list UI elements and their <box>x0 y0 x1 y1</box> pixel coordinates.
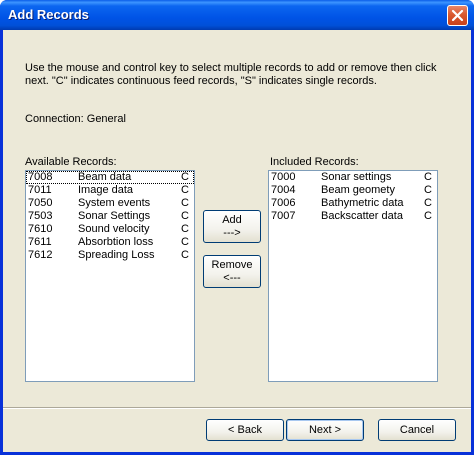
next-button[interactable]: Next > <box>286 419 364 441</box>
record-name: Sonar Settings <box>78 210 151 222</box>
record-id: 7007 <box>271 210 296 222</box>
dialog-body: Use the mouse and control key to select … <box>3 30 471 452</box>
record-name: Bathymetric data <box>321 197 404 209</box>
instruction-text: Use the mouse and control key to select … <box>25 62 437 87</box>
dialog-window: Add Records Use the mouse and control ke… <box>0 0 474 455</box>
connection-label: Connection: General <box>25 113 126 125</box>
record-id: 7050 <box>28 197 53 209</box>
record-name: Beam data <box>78 171 132 183</box>
included-records-label: Included Records: <box>270 156 359 168</box>
record-type: C <box>424 171 432 183</box>
record-type: C <box>424 197 432 209</box>
record-type: C <box>181 249 189 261</box>
record-name: System events <box>78 197 151 209</box>
record-id: 7503 <box>28 210 53 222</box>
included-records-list[interactable]: 7000 Sonar settings C 7004 Beam geomety … <box>268 170 438 382</box>
record-id: 7011 <box>28 184 52 196</box>
record-id: 7006 <box>271 197 296 209</box>
record-type: C <box>181 210 189 222</box>
record-name: Sonar settings <box>321 171 392 183</box>
record-id: 7000 <box>271 171 296 183</box>
record-type: C <box>181 197 189 209</box>
remove-arrow: <--- <box>223 271 241 284</box>
record-id: 7611 <box>28 236 52 248</box>
close-button[interactable] <box>447 5 468 26</box>
record-id: 7004 <box>271 184 296 196</box>
record-name: Sound velocity <box>78 223 150 235</box>
add-button[interactable]: Add ---> <box>203 210 261 243</box>
next-button-label: Next > <box>308 423 342 436</box>
record-type: C <box>181 184 189 196</box>
back-button-label: < Back <box>228 423 262 436</box>
list-item[interactable]: 7011 Image data C <box>26 184 194 197</box>
record-name: Backscatter data <box>321 210 403 222</box>
record-type: C <box>424 210 432 222</box>
add-button-label: Add <box>222 213 242 226</box>
list-item[interactable]: 7007 Backscatter data C <box>269 210 437 223</box>
title-bar[interactable]: Add Records <box>0 0 474 30</box>
cancel-button-label: Cancel <box>399 423 435 436</box>
record-name: Spreading Loss <box>78 249 155 261</box>
available-records-label: Available Records: <box>25 156 117 168</box>
record-type: C <box>181 171 189 183</box>
record-name: Absorbtion loss <box>78 236 154 248</box>
list-item[interactable]: 7612 Spreading Loss C <box>26 249 194 262</box>
available-records-list[interactable]: 7008 Beam data C 7011 Image data C 7050 … <box>25 170 195 382</box>
list-item[interactable]: 7008 Beam data C <box>26 171 194 184</box>
footer-divider <box>3 407 471 409</box>
cancel-button[interactable]: Cancel <box>378 419 456 441</box>
list-item[interactable]: 7050 System events C <box>26 197 194 210</box>
close-icon <box>451 9 464 22</box>
remove-button-label: Remove <box>211 258 253 271</box>
record-type: C <box>181 236 189 248</box>
record-name: Beam geomety <box>321 184 395 196</box>
add-arrow: ---> <box>223 226 241 239</box>
list-item[interactable]: 7004 Beam geomety C <box>269 184 437 197</box>
record-id: 7610 <box>28 223 53 235</box>
record-name: Image data <box>78 184 134 196</box>
remove-button[interactable]: Remove <--- <box>203 255 261 288</box>
list-item[interactable]: 7503 Sonar Settings C <box>26 210 194 223</box>
window-title: Add Records <box>8 7 89 22</box>
record-id: 7612 <box>28 249 53 261</box>
record-type: C <box>424 184 432 196</box>
back-button[interactable]: < Back <box>206 419 284 441</box>
list-item[interactable]: 7006 Bathymetric data C <box>269 197 437 210</box>
list-item[interactable]: 7000 Sonar settings C <box>269 171 437 184</box>
list-item[interactable]: 7610 Sound velocity C <box>26 223 194 236</box>
record-id: 7008 <box>28 171 53 183</box>
record-type: C <box>181 223 189 235</box>
list-item[interactable]: 7611 Absorbtion loss C <box>26 236 194 249</box>
